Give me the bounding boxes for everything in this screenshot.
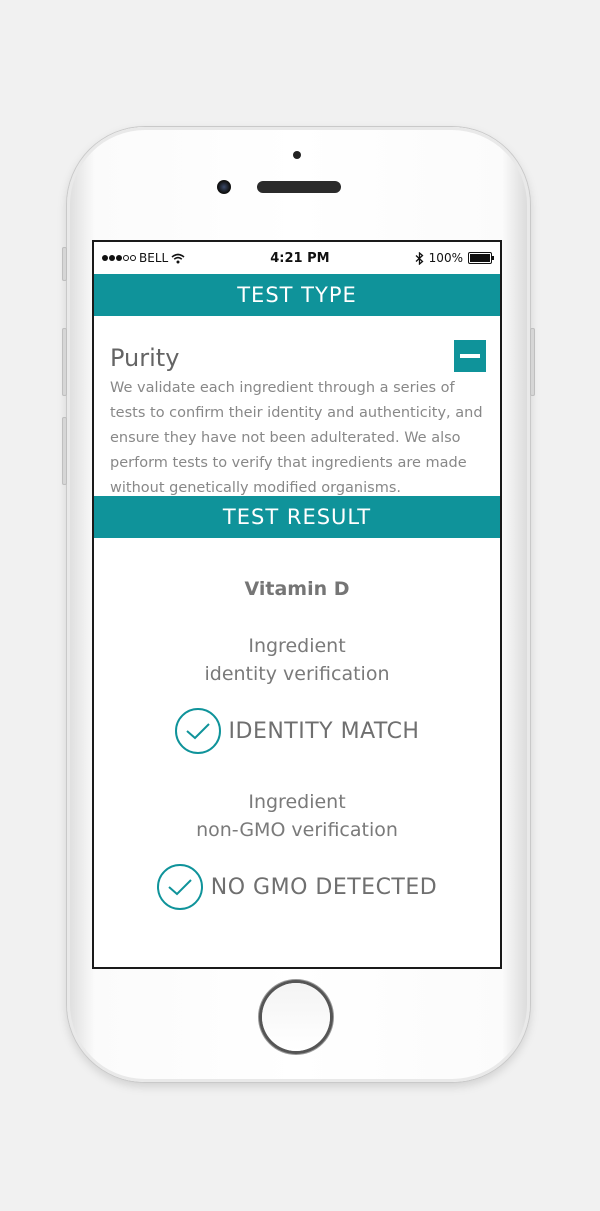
- status-bar: BELL 4:21 PM 100%: [94, 242, 500, 274]
- wifi-icon: [171, 253, 185, 263]
- identity-label-line2: identity verification: [204, 663, 390, 685]
- test-type-section: Purity We validate each ingredient throu…: [94, 316, 500, 496]
- gmo-label-line2: non-GMO verification: [196, 819, 398, 841]
- mute-switch: [62, 247, 67, 281]
- battery-percent: 100%: [428, 251, 463, 265]
- front-camera: [217, 180, 231, 194]
- test-result-header: TEST RESULT: [94, 496, 500, 538]
- check-circle-icon: [156, 864, 203, 910]
- ingredient-name: Vitamin D: [244, 578, 350, 600]
- carrier-name: BELL: [139, 251, 169, 265]
- clock: 4:21 PM: [270, 250, 330, 266]
- phone-screen: BELL 4:21 PM 100% TEST TYPE Purity We va…: [92, 240, 502, 969]
- collapse-button[interactable]: [454, 340, 486, 372]
- earpiece-speaker: [257, 181, 341, 193]
- identity-verdict: IDENTITY MATCH: [94, 708, 500, 754]
- identity-result: IDENTITY MATCH: [228, 718, 420, 744]
- gmo-verdict: NO GMO DETECTED: [94, 864, 500, 910]
- test-type-header: TEST TYPE: [94, 274, 500, 316]
- check-circle-icon: [174, 708, 221, 754]
- proximity-sensor: [293, 151, 301, 159]
- home-button[interactable]: [262, 983, 330, 1051]
- identity-check-label: Ingredient identity verification: [94, 632, 500, 688]
- minus-icon: [460, 354, 480, 358]
- volume-down-button: [62, 417, 67, 485]
- signal-icon: [102, 255, 136, 261]
- battery-icon: [467, 252, 494, 264]
- gmo-label-line1: Ingredient: [248, 791, 346, 813]
- test-type-description: We validate each ingredient through a se…: [110, 380, 483, 496]
- volume-up-button: [62, 328, 67, 396]
- power-button: [530, 328, 535, 396]
- gmo-check-label: Ingredient non-GMO verification: [94, 788, 500, 844]
- bluetooth-icon: [415, 251, 424, 265]
- test-type-title: Purity: [110, 344, 180, 372]
- identity-label-line1: Ingredient: [248, 635, 346, 657]
- gmo-result: NO GMO DETECTED: [210, 874, 438, 900]
- test-result-section: Vitamin D Ingredient identity verificati…: [94, 578, 500, 910]
- battery-fill: [469, 254, 490, 262]
